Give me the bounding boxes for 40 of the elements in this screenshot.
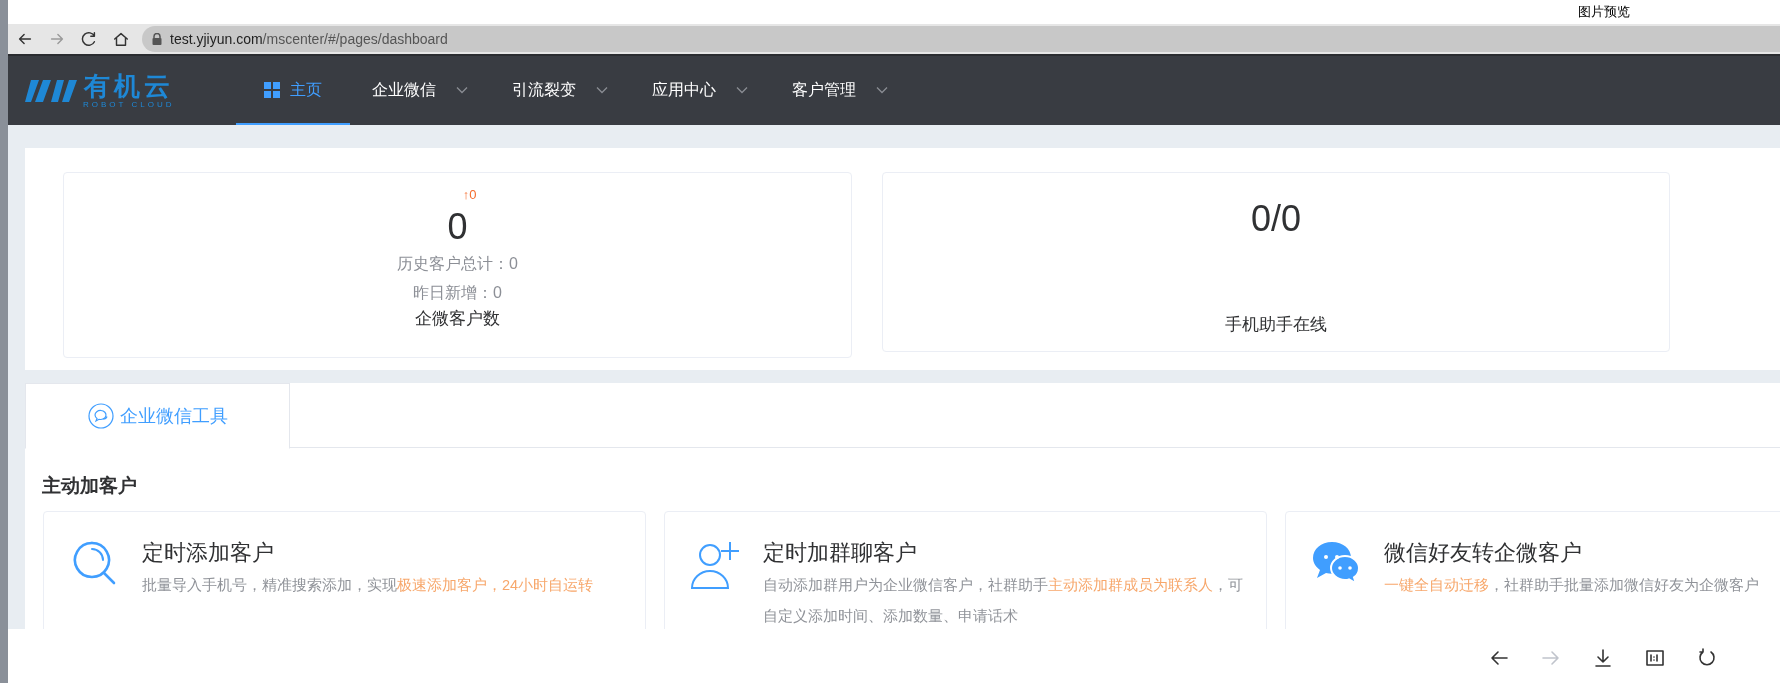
user-add-icon [690,540,742,590]
stat-detail: 历史客户总计：0 [397,254,518,274]
url-text: test.yjiyun.com/mscenter/#/pages/dashboard [170,29,448,49]
download-button[interactable] [1592,647,1614,669]
tool-title: 微信好友转企微客户 [1384,539,1583,567]
caret-icon [736,85,748,94]
logo-name: 有机云 [83,71,174,100]
lock-icon [152,33,162,45]
grid-icon [264,81,280,98]
tool-title: 定时加群聊客户 [763,539,918,567]
arrow-left-icon [1489,648,1509,668]
tool-title: 定时添加客户 [142,539,275,567]
stat-detail: 昨日新增：0 [413,283,502,303]
window-title: 图片预览 [1578,3,1630,22]
nav-item[interactable]: 企业微信 [350,56,490,125]
nav-item[interactable]: 应用中心 [630,56,770,125]
stat-label: 企微客户数 [415,308,500,330]
change-indicator: ↑0 [461,187,477,203]
nav-item[interactable]: 引流裂变 [490,56,630,125]
actual-size-icon [1645,648,1665,668]
download-icon [1593,648,1613,668]
logo-tagline: ROBOT CLOUD [83,99,175,110]
actual-size-button[interactable] [1644,647,1666,669]
tool-description: 一键全自动迁移，社群助手批量添加微信好友为企微客户 [1384,576,1760,595]
stat-label: 手机助手在线 [1225,314,1327,336]
reload-icon [80,30,98,48]
caret-icon [596,85,608,94]
caret-icon [456,85,468,94]
tool-description: 自动添加群用户为企业微信客户，社群助手主动添加群成员为联系人，可自定义添加时间、添加数量、申请话术 [763,576,1244,626]
tool-description: 批量导入手机号，精准搜索添加，实现极速添加客户，24小时自运转 [142,576,595,595]
nav-item[interactable]: 客户管理 [770,56,910,125]
stat-value: 0/0 [1250,197,1301,241]
caret-icon [876,85,888,94]
rotate-icon [1697,648,1717,668]
stat-value: 0 [447,205,468,249]
home-icon [112,30,130,48]
chat-icon [87,403,114,429]
address-bar[interactable]: test.yjiyun.com/mscenter/#/pages/dashboard [142,26,1780,52]
section-title: 主动加客户 [41,474,138,498]
arrow-right-icon [1541,648,1561,668]
